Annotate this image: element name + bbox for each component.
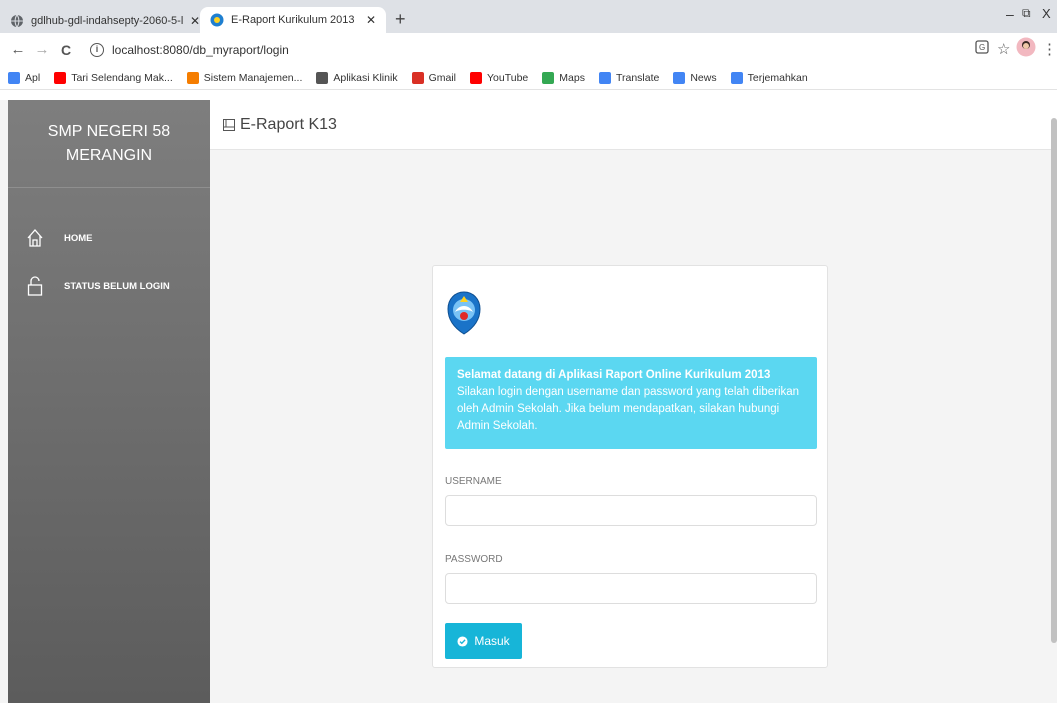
page-title: E-Raport K13 (240, 115, 337, 133)
page-scrollbar[interactable] (1051, 118, 1057, 643)
bookmark-label: Terjemahkan (747, 71, 808, 84)
reload-icon[interactable]: C (54, 42, 78, 58)
forward-arrow-icon[interactable]: → (30, 41, 54, 58)
back-arrow-icon[interactable]: ← (6, 41, 30, 58)
tab-close-icon[interactable]: ✕ (366, 13, 376, 27)
translate-icon (598, 71, 611, 84)
tab-close-icon[interactable]: ✕ (190, 14, 200, 28)
bookmark-item[interactable]: YouTube (470, 71, 529, 84)
apps-icon (8, 71, 20, 84)
bookmark-label: News (690, 71, 717, 84)
gmail-icon (411, 71, 424, 84)
masuk-label: Masuk (474, 634, 510, 648)
globe-icon (11, 14, 23, 28)
browser-toolbar: ← → C i localhost:8080/db_myraport/login (0, 33, 1057, 66)
bookmark-item[interactable]: Sistem Manajemen... (186, 71, 303, 84)
password-label: PASSWORD (445, 554, 503, 565)
bookmarks-bar: Apl Tari Selendang Mak... Sistem Manajemen… (0, 66, 1057, 90)
blogger-icon (186, 71, 199, 84)
address-bar[interactable]: i localhost:8080/db_myraport/login (84, 37, 992, 63)
profile-avatar[interactable] (1016, 37, 1036, 57)
tab-eraport[interactable]: E-Raport Kurikulum 2013 ✕ (200, 7, 386, 33)
globe-icon (316, 71, 329, 84)
tab-title: E-Raport Kurikulum 2013 (231, 14, 355, 26)
url-text: localhost:8080/db_myraport/login (112, 42, 289, 57)
bookmark-item[interactable]: Apl (8, 71, 41, 84)
book-icon (223, 118, 235, 131)
bookmark-label: Apl (25, 71, 41, 84)
youtube-icon (54, 71, 67, 84)
sidebar-item-home[interactable]: HOME (8, 218, 210, 258)
welcome-text: Silakan login dengan username dan passwo… (457, 386, 800, 432)
svg-text:G: G (979, 43, 985, 52)
bookmark-item[interactable]: Gmail (411, 71, 456, 84)
translate-icon (730, 71, 743, 84)
minimize-button[interactable]: – (1006, 6, 1014, 22)
menu-dots-icon[interactable]: ⋮ (1042, 40, 1057, 58)
bookmark-label: YouTube (487, 71, 529, 84)
bookmark-item[interactable]: Terjemahkan (730, 71, 808, 84)
maps-icon (542, 71, 555, 84)
tab-title: gdlhub-gdl-indahsepty-2060-5-l (31, 15, 184, 27)
bookmark-item[interactable]: Tari Selendang Mak... (54, 71, 173, 84)
bookmark-item[interactable]: Translate (598, 71, 660, 84)
translate-page-icon[interactable]: G (975, 40, 989, 54)
window-close-button[interactable]: X (1042, 6, 1051, 21)
sidebar: SMP NEGERI 58 MERANGIN HOME STATUS BELUM… (8, 100, 210, 703)
bookmark-star-icon[interactable]: ☆ (997, 40, 1010, 58)
brand-line-1: SMP NEGERI 58 (47, 123, 171, 140)
news-icon (673, 71, 686, 84)
sidebar-item-status[interactable]: STATUS BELUM LOGIN (8, 266, 210, 306)
unlock-icon (27, 276, 43, 296)
username-input[interactable] (445, 495, 817, 526)
home-icon (27, 229, 43, 247)
restore-button[interactable]: ⧉ (1022, 6, 1031, 21)
login-card: Selamat datang di Aplikasi Raport Online… (432, 265, 828, 668)
welcome-alert: Selamat datang di Aplikasi Raport Online… (445, 357, 817, 449)
page: SMP NEGERI 58 MERANGIN HOME STATUS BELUM… (0, 100, 1057, 703)
bookmark-item[interactable]: News (673, 71, 717, 84)
bookmark-label: Gmail (428, 71, 456, 84)
sidebar-item-label: STATUS BELUM LOGIN (64, 280, 170, 292)
bookmark-item[interactable]: Maps (542, 71, 585, 84)
tutwuri-favicon-icon (210, 13, 224, 27)
bookmark-label: Translate (615, 71, 660, 84)
bookmark-label: Tari Selendang Mak... (71, 71, 173, 84)
app-header: E-Raport K13 (210, 100, 1057, 150)
tutwuri-handayani-logo-icon (447, 291, 481, 335)
masuk-button[interactable]: Masuk (445, 623, 522, 659)
sidebar-item-label: HOME (64, 232, 93, 244)
brand-line-2: MERANGIN (65, 147, 153, 164)
check-circle-icon (457, 635, 468, 647)
school-brand: SMP NEGERI 58 MERANGIN (8, 100, 210, 188)
info-icon[interactable]: i (90, 42, 104, 57)
new-tab-button[interactable]: + (395, 9, 406, 29)
bookmark-item[interactable]: Aplikasi Klinik (316, 71, 398, 84)
tab-gdlhub[interactable]: gdlhub-gdl-indahsepty-2060-5-l ✕ (10, 9, 200, 33)
bookmark-label: Sistem Manajemen... (203, 71, 303, 84)
welcome-title: Selamat datang di Aplikasi Raport Online… (457, 369, 771, 381)
bookmark-label: Aplikasi Klinik (333, 71, 398, 84)
password-input[interactable] (445, 573, 817, 604)
browser-tabstrip: gdlhub-gdl-indahsepty-2060-5-l ✕ E-Rapor… (0, 0, 1057, 33)
bookmark-label: Maps (559, 71, 585, 84)
youtube-icon (470, 71, 482, 84)
username-label: USERNAME (445, 476, 502, 487)
